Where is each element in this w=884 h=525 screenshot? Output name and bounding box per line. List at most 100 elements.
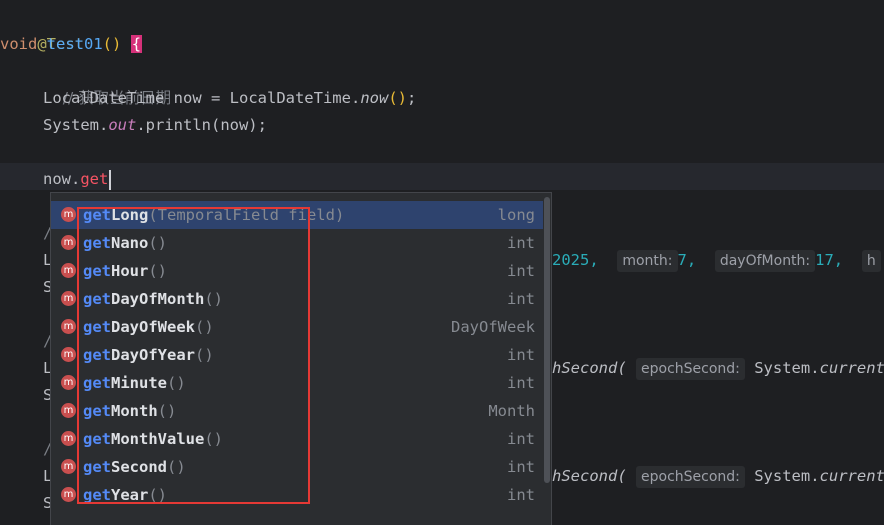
method-suffix: DayOfMonth bbox=[111, 290, 205, 308]
code-line-7[interactable]: now.get bbox=[43, 166, 112, 193]
println-call: .println(now); bbox=[136, 116, 267, 134]
method-icon: m bbox=[61, 291, 76, 306]
return-type: int bbox=[507, 458, 535, 476]
matched-prefix: get bbox=[83, 262, 111, 280]
method-parens: () bbox=[102, 35, 122, 53]
method-icon: m bbox=[61, 459, 76, 474]
system-ref: System. bbox=[754, 359, 820, 377]
system-ref: System. bbox=[754, 467, 820, 485]
completion-item[interactable]: m getDayOfYear() int bbox=[51, 341, 543, 369]
method-name: test01 bbox=[46, 35, 103, 53]
epoch-call: hSecond( bbox=[552, 467, 627, 485]
return-type: int bbox=[507, 290, 535, 308]
method-params: (TemporalField field) bbox=[148, 206, 345, 224]
matched-prefix: get bbox=[83, 318, 111, 336]
code-line-13-tail[interactable]: hSecond( epochSecond: System.current bbox=[552, 355, 884, 382]
receiver: now. bbox=[43, 170, 81, 188]
current-line-highlight bbox=[0, 163, 884, 190]
system-ref: System. bbox=[43, 116, 109, 134]
matched-prefix: get bbox=[83, 486, 111, 504]
method-suffix: Year bbox=[111, 486, 149, 504]
method-icon: m bbox=[61, 347, 76, 362]
matched-prefix: get bbox=[83, 234, 111, 252]
matched-prefix: get bbox=[83, 402, 111, 420]
variable-decl: now = bbox=[164, 89, 230, 107]
method-suffix: MonthValue bbox=[111, 430, 205, 448]
typed-text: get bbox=[80, 170, 109, 188]
text-cursor bbox=[109, 169, 112, 190]
code-line-4[interactable]: LocalDateTime now = LocalDateTime.now(); bbox=[43, 85, 416, 112]
method-icon: m bbox=[61, 487, 76, 502]
code-line-2[interactable]: void test01() { bbox=[0, 31, 143, 58]
keyword-void: void bbox=[0, 35, 38, 53]
matched-prefix: get bbox=[83, 346, 111, 364]
completion-method-name: getMonthValue() bbox=[83, 425, 223, 453]
param-hint-epochsecond: epochSecond: bbox=[636, 358, 745, 380]
current-call: current bbox=[819, 467, 884, 485]
method-params: () bbox=[148, 262, 167, 280]
completion-item[interactable]: m getHour() int bbox=[51, 257, 543, 285]
method-icon: m bbox=[61, 235, 76, 250]
method-params: () bbox=[204, 430, 223, 448]
completion-item[interactable]: m getLong(TemporalField field) long bbox=[51, 201, 543, 229]
code-line-1[interactable]: @Test bbox=[0, 4, 84, 53]
method-params: () bbox=[167, 374, 186, 392]
matched-prefix: get bbox=[83, 374, 111, 392]
call-parens: () bbox=[388, 89, 407, 107]
completion-item[interactable]: m getSecond() int bbox=[51, 453, 543, 481]
popup-scrollbar[interactable] bbox=[544, 197, 550, 483]
method-suffix: DayOfYear bbox=[111, 346, 195, 364]
method-suffix: DayOfWeek bbox=[111, 318, 195, 336]
epoch-call: hSecond( bbox=[552, 359, 627, 377]
completion-item[interactable]: m getMonthValue() int bbox=[51, 425, 543, 453]
day-value: 17, bbox=[815, 251, 844, 269]
method-icon: m bbox=[61, 375, 76, 390]
method-suffix: Long bbox=[111, 206, 149, 224]
method-icon: m bbox=[61, 319, 76, 334]
completion-item[interactable]: m getMonth() Month bbox=[51, 397, 543, 425]
method-params: () bbox=[167, 458, 186, 476]
completion-method-name: getYear() bbox=[83, 481, 167, 509]
completion-item[interactable]: m getDayOfMonth() int bbox=[51, 285, 543, 313]
completion-method-name: getDayOfWeek() bbox=[83, 313, 214, 341]
completion-item[interactable]: m getDayOfWeek() DayOfWeek bbox=[51, 313, 543, 341]
code-completion-popup[interactable]: m getLong(TemporalField field) long m getNan… bbox=[50, 192, 552, 525]
return-type: int bbox=[507, 430, 535, 448]
return-type: int bbox=[507, 346, 535, 364]
method-icon: m bbox=[61, 263, 76, 278]
completion-method-name: getNano() bbox=[83, 229, 167, 257]
return-type: long bbox=[497, 206, 535, 224]
completion-method-name: getSecond() bbox=[83, 453, 186, 481]
return-type: int bbox=[507, 234, 535, 252]
param-hint-month: month: bbox=[617, 250, 678, 272]
completion-method-name: getHour() bbox=[83, 257, 167, 285]
static-field: out bbox=[108, 116, 137, 134]
return-type: int bbox=[507, 374, 535, 392]
code-line-17-tail[interactable]: hSecond( epochSecond: System.current bbox=[552, 463, 884, 490]
code-line-3[interactable]: // 获取当前日期 bbox=[43, 58, 171, 107]
method-params: () bbox=[148, 486, 167, 504]
param-hint-truncated: h bbox=[861, 250, 881, 272]
param-hint-dayofmonth: dayOfMonth: bbox=[714, 250, 816, 272]
param-hint-epochsecond: epochSecond: bbox=[636, 466, 745, 488]
completion-item[interactable]: m getNano() int bbox=[51, 229, 543, 257]
completion-item[interactable]: m getYear() int bbox=[51, 481, 543, 509]
return-type: int bbox=[507, 486, 535, 504]
completion-method-name: getMonth() bbox=[83, 397, 176, 425]
method-icon: m bbox=[61, 403, 76, 418]
return-type: int bbox=[507, 262, 535, 280]
matched-prefix: get bbox=[83, 290, 111, 308]
matched-brace: { bbox=[130, 35, 143, 53]
return-type: DayOfWeek bbox=[451, 318, 535, 336]
method-params: () bbox=[195, 318, 214, 336]
year-value: 2025, bbox=[552, 251, 599, 269]
completion-item[interactable]: m getMinute() int bbox=[51, 369, 543, 397]
class-ref: LocalDateTime. bbox=[229, 89, 361, 107]
code-line-9-tail[interactable]: 2025, month: 7, dayOfMonth: 17, h bbox=[552, 247, 884, 274]
method-suffix: Second bbox=[111, 458, 167, 476]
semicolon: ; bbox=[406, 89, 417, 107]
code-line-5[interactable]: System.out.println(now); bbox=[43, 112, 267, 139]
method-icon: m bbox=[61, 431, 76, 446]
method-params: () bbox=[195, 346, 214, 364]
method-suffix: Nano bbox=[111, 234, 149, 252]
